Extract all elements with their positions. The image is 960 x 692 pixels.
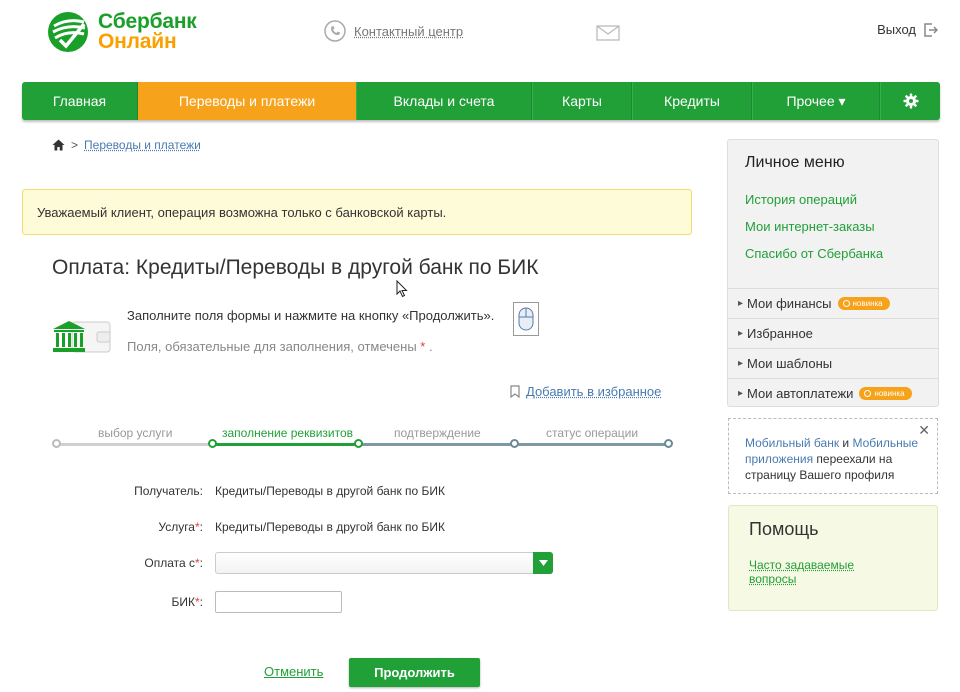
breadcrumb-link-transfers[interactable]: Переводы и платежи [84,138,201,152]
mail-icon[interactable] [596,25,620,41]
chevron-down-icon [538,560,548,566]
pay-from-colon: : [199,556,203,570]
form-hint-fill: Заполните поля формы и нажмите на кнопку… [127,308,495,323]
badge-dot-icon [842,300,850,307]
chevron-right-icon: ▸ [738,388,744,399]
form-hint-required: Поля, обязательные для заполнения, отмеч… [127,339,433,354]
sidebar-item-finances[interactable]: ▸ Мои финансы новинка [728,288,938,318]
row-bik: БИК*: [52,591,342,613]
notice-and: и [839,436,853,450]
pay-from-label: Оплата с [144,556,195,570]
new-badge: новинка [859,387,912,400]
link-internet-orders[interactable]: Мои интернет-заказы [745,219,875,234]
link-spasibo[interactable]: Спасибо от Сбербанка [745,246,883,261]
sidebar-item-autopayments[interactable]: ▸ Мои автоплатежи новинка [728,378,938,408]
service-label: Услуга [158,520,195,534]
nav-item-transfers[interactable]: Переводы и платежи [138,82,356,120]
step-dot-5 [664,439,673,448]
cancel-link[interactable]: Отменить [264,664,323,679]
step-operation-status: статус операции [546,426,639,440]
pay-from-label-wrap: Оплата с*: [52,556,215,570]
chevron-right-icon: ▸ [738,298,744,309]
chevron-right-icon: ▸ [738,358,744,369]
logout-label: Выход [877,22,916,37]
close-icon[interactable]: ✕ [918,422,930,438]
bik-colon: : [199,595,203,609]
sidebar-item-templates-label: Мои шаблоны [747,356,833,371]
faq-link[interactable]: Часто задаваемые вопросы [749,558,879,586]
help-title: Помощь [749,519,819,539]
bik-label: БИК [171,595,195,609]
sidebar-item-favorites-label: Избранное [747,326,813,341]
add-to-favorites[interactable]: Добавить в избранное [510,384,661,399]
badge-dot-icon [864,390,872,397]
phone-icon [324,20,346,42]
help-box: Помощь Часто задаваемые вопросы [728,505,938,611]
nav-item-cards[interactable]: Карты [532,82,632,120]
chevron-right-icon: ▸ [738,328,744,339]
nav-item-home[interactable]: Главная [22,82,138,120]
row-pay-from: Оплата с*: [52,552,553,574]
new-badge: новинка [837,297,890,310]
sidebar-item-favorites[interactable]: ▸ Избранное [728,318,938,348]
pay-from-select[interactable] [215,552,553,574]
personal-menu: Личное меню История операций Мои интерне… [727,139,939,407]
nav-item-credits[interactable]: Кредиты [632,82,752,120]
row-recipient: Получатель: Кредиты/Переводы в другой ба… [52,484,445,498]
logo-line1: Сбербанк [98,10,197,33]
add-to-favorites-label: Добавить в избранное [526,384,662,399]
row-service: Услуга*: Кредиты/Переводы в другой банк … [52,520,445,534]
nav-settings[interactable] [880,82,940,120]
sberbank-logo[interactable]: Сбербанк Онлайн [46,10,197,54]
logo-line2: Онлайн [98,30,177,53]
mobile-bank-link[interactable]: Мобильный банк [745,436,839,450]
step-dot-2 [208,439,217,448]
sidebar-item-templates[interactable]: ▸ Мои шаблоны [728,348,938,378]
bank-building-icon [53,321,111,353]
dropdown-arrow[interactable] [533,552,553,574]
required-hint-text: Поля, обязательные для заполнения, отмеч… [127,339,417,354]
step-fill-details: заполнение реквизитов [222,426,354,440]
nav-item-deposits[interactable]: Вклады и счета [356,82,532,120]
service-colon: : [199,520,203,534]
continue-button[interactable]: Продолжить [349,658,480,687]
breadcrumb: > Переводы и платежи [52,138,201,152]
service-value: Кредиты/Переводы в другой банк по БИК [215,520,446,534]
main-nav: Главная Переводы и платежи Вклады и счет… [22,82,940,120]
bookmark-icon [510,385,520,398]
mouse-cursor-icon [396,280,408,298]
logout-button[interactable]: Выход [877,22,938,37]
progress-steps: выбор услуги заполнение реквизитов подтв… [52,424,673,454]
sidebar-item-autopayments-label: Мои автоплатежи [747,386,854,401]
step-choose-service: выбор услуги [98,426,173,440]
required-hint-end: . [425,339,433,354]
contact-center[interactable]: Контактный центр [324,20,463,42]
sberbank-logo-icon [48,12,88,52]
card-only-notice: Уважаемый клиент, операция возможна толь… [22,189,692,235]
bik-label-wrap: БИК*: [52,595,215,609]
step-confirmation: подтверждение [394,426,481,440]
nav-item-other[interactable]: Прочее ▾ [752,82,880,120]
gear-icon [903,93,918,109]
bik-input[interactable] [215,591,342,613]
logout-icon [924,22,938,37]
page-title: Оплата: Кредиты/Переводы в другой банк п… [52,256,539,279]
link-operation-history[interactable]: История операций [745,192,857,207]
service-label-wrap: Услуга*: [52,520,215,534]
sidebar-item-finances-label: Мои финансы [747,296,832,311]
step-dot-3 [354,439,363,448]
step-line-1 [56,443,212,446]
personal-menu-title: Личное меню [745,154,845,171]
recipient-label: Получатель: [134,484,203,498]
mobile-apps-notice: ✕ Мобильный банк и Мобильные приложения … [728,418,938,494]
recipient-value: Кредиты/Переводы в другой банк по БИК [215,484,446,498]
step-dot-1 [52,439,61,448]
mouse-icon [513,302,539,336]
new-badge-label: новинка [852,299,883,308]
new-badge-label: новинка [874,389,905,398]
contact-center-link[interactable]: Контактный центр [354,24,463,39]
step-dot-4 [510,439,519,448]
breadcrumb-separator-icon: > [71,138,79,152]
home-icon[interactable] [52,139,65,151]
